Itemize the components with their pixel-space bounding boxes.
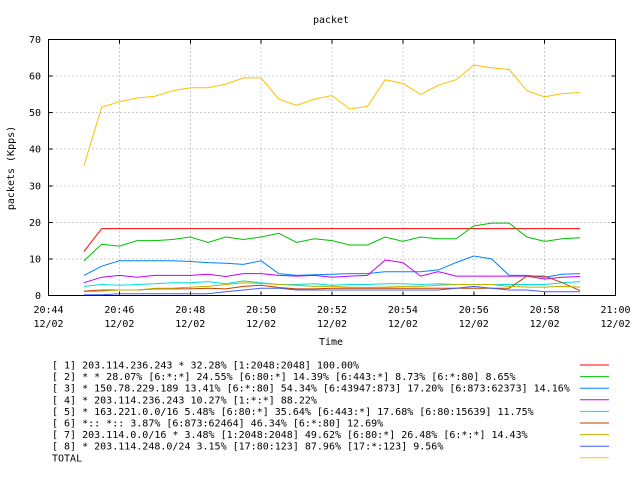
x-tick-time-label: 20:46	[104, 305, 134, 316]
y-tick-label: 40	[29, 145, 41, 156]
y-tick-label: 30	[29, 181, 41, 192]
legend: [ 1] 203.114.236.243 * 32.28% [1:2048:20…	[52, 361, 609, 464]
x-tick-date-label: 12/02	[459, 319, 489, 330]
legend-label: [ 6] *:: *:: 3.87% [6:873:62464] 46.34% …	[52, 419, 383, 430]
series-line-3	[83, 255, 581, 278]
y-axis-label: packets (Kpps)	[6, 126, 17, 210]
legend-label: TOTAL	[52, 453, 82, 464]
y-tick-label: 60	[29, 72, 41, 83]
x-axis-label: Time	[319, 337, 343, 348]
x-tick-time-label: 20:44	[33, 305, 63, 316]
legend-label: [ 4] * 203.114.236.243 10.27% [1:*:*] 88…	[52, 395, 317, 406]
chart-container: packet packets (Kpps) Time 0 10 20 30 40 50 60…	[0, 0, 640, 480]
x-tick-time-label: 20:52	[317, 305, 347, 316]
x-tick-time-label: 20:54	[388, 305, 418, 316]
series-line-4	[83, 259, 581, 284]
legend-label: [ 2] * * 28.07% [6:*:*] 24.55% [6:80:*] …	[52, 372, 516, 383]
y-tick-label: 20	[29, 218, 41, 229]
legend-label: [ 5] * 163.221.0.0/16 5.48% [6:80:*] 35.…	[52, 407, 534, 418]
legend-label: [ 8] * 203.114.248.0/24 3.15% [17:80:123…	[52, 442, 443, 453]
y-tick-label: 0	[35, 291, 41, 302]
x-tick-date-label: 12/02	[246, 319, 276, 330]
x-tick-time-label: 20:58	[530, 305, 560, 316]
x-tick-date-label: 12/02	[530, 319, 560, 330]
y-tick-label: 50	[29, 108, 41, 119]
x-tick-time-label: 20:56	[459, 305, 489, 316]
legend-label: [ 7] 203.114.0.0/16 * 3.48% [1:2048:2048…	[52, 430, 528, 441]
chart-title: packet	[313, 15, 349, 26]
legend-label: [ 1] 203.114.236.243 * 32.28% [1:2048:20…	[52, 361, 359, 372]
x-tick-time-label: 21:00	[600, 305, 630, 316]
line-chart: packet packets (Kpps) Time 0 10 20 30 40 50 60…	[6, 15, 631, 464]
x-tick-date-label: 12/02	[175, 319, 205, 330]
grid-lines	[48, 39, 616, 296]
x-tick-date-label: 12/02	[388, 319, 418, 330]
y-tick-label: 70	[29, 35, 41, 46]
legend-label: [ 3] * 150.78.229.189 13.41% [6:*:80] 54…	[52, 384, 570, 395]
x-tick-date-label: 12/02	[104, 319, 134, 330]
x-tick-time-label: 20:48	[175, 305, 205, 316]
x-tick-date-label: 12/02	[600, 319, 630, 330]
x-tick-time-label: 20:50	[246, 305, 276, 316]
x-tick-date-label: 12/02	[317, 319, 347, 330]
x-tick-date-label: 12/02	[33, 319, 63, 330]
y-tick-label: 10	[29, 254, 41, 265]
